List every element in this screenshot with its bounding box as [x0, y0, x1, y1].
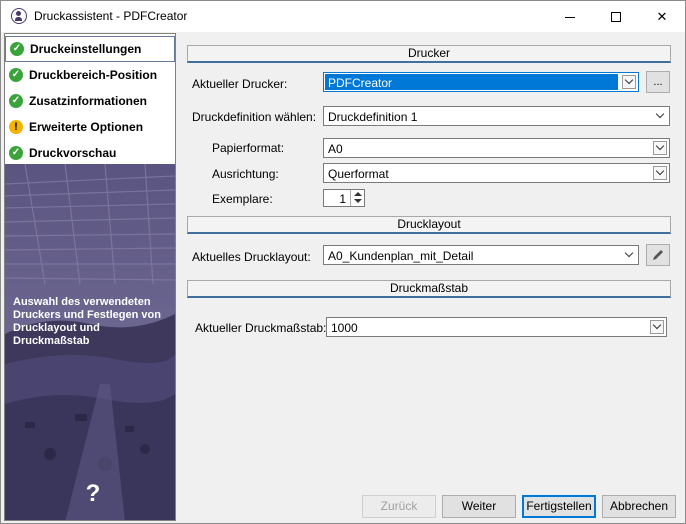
layout-value: A0_Kundenplan_mit_Detail [328, 249, 474, 263]
wizard-side-panel: ✓ Druckeinstellungen ✓ Druckbereich-Posi… [4, 33, 176, 521]
stepper-up-icon [354, 192, 362, 196]
step-erweiterte-optionen[interactable]: ! Erweiterte Optionen [5, 114, 175, 140]
printer-value: PDFCreator [328, 76, 393, 90]
check-icon: ✓ [10, 42, 24, 56]
step-label: Erweiterte Optionen [29, 120, 144, 134]
step-label: Druckbereich-Position [29, 68, 158, 82]
chevron-down-icon [653, 109, 667, 123]
finish-button[interactable]: Fertigstellen [522, 495, 596, 518]
copies-value: 1 [339, 192, 346, 206]
layout-select[interactable]: A0_Kundenplan_mit_Detail [323, 245, 639, 265]
paper-format-label: Papierformat: [212, 141, 285, 155]
step-druckeinstellungen[interactable]: ✓ Druckeinstellungen [5, 36, 175, 62]
chevron-down-icon [653, 166, 667, 180]
back-button[interactable]: Zurück [362, 495, 436, 518]
chevron-down-icon [650, 320, 664, 334]
step-label: Druckvorschau [29, 146, 117, 160]
orientation-label: Ausrichtung: [212, 167, 279, 181]
title-bar: Druckassistent - PDFCreator ✕ [1, 1, 685, 32]
print-wizard-window: Druckassistent - PDFCreator ✕ ✓ Druckein… [0, 0, 686, 524]
check-icon: ✓ [9, 146, 23, 160]
scale-label: Aktueller Druckmaßstab: [195, 321, 327, 335]
next-button[interactable]: Weiter [442, 495, 516, 518]
step-hint-text: Auswahl des verwendeten Druckers und Fes… [13, 296, 161, 347]
section-header-printer: Drucker [187, 45, 671, 63]
close-button[interactable]: ✕ [639, 1, 685, 32]
section-header-layout: Drucklayout [187, 216, 671, 234]
copies-label: Exemplare: [212, 192, 273, 206]
print-definition-label: Druckdefinition wählen: [192, 110, 317, 124]
warning-icon: ! [9, 120, 23, 134]
edit-layout-button[interactable] [646, 244, 670, 266]
chevron-down-icon [622, 75, 636, 89]
cancel-button[interactable]: Abbrechen [602, 495, 676, 518]
print-definition-select[interactable]: Druckdefinition 1 [323, 106, 670, 126]
stepper-down-icon [354, 199, 362, 203]
scale-select[interactable]: 1000 [326, 317, 667, 337]
wizard-steps: ✓ Druckeinstellungen ✓ Druckbereich-Posi… [5, 34, 175, 164]
pencil-icon [653, 250, 663, 260]
scale-value: 1000 [331, 321, 358, 335]
step-druckvorschau[interactable]: ✓ Druckvorschau [5, 140, 175, 166]
section-header-scale: Druckmaßstab [187, 280, 671, 298]
printer-options-button[interactable]: ... [646, 71, 670, 93]
check-icon: ✓ [9, 94, 23, 108]
close-icon: ✕ [656, 8, 668, 24]
paper-format-value: A0 [328, 142, 343, 156]
chevron-down-icon [653, 141, 667, 155]
pdfcreator-app-icon [11, 8, 27, 24]
step-druckbereich-position[interactable]: ✓ Druckbereich-Position [5, 62, 175, 88]
minimize-button[interactable] [547, 1, 593, 32]
orientation-select[interactable]: Querformat [323, 163, 670, 183]
stepper-arrows[interactable] [350, 190, 364, 206]
settings-content: Drucker Aktueller Drucker: PDFCreator ..… [179, 35, 681, 519]
step-label: Druckeinstellungen [30, 42, 142, 56]
copies-stepper[interactable]: 1 [323, 189, 365, 207]
printer-select[interactable]: PDFCreator [323, 72, 639, 92]
chevron-down-icon [622, 248, 636, 262]
help-icon[interactable]: ? [81, 482, 105, 506]
check-icon: ✓ [9, 68, 23, 82]
layout-label: Aktuelles Drucklayout: [192, 250, 311, 264]
minimize-icon [565, 17, 575, 18]
step-label: Zusatzinformationen [29, 94, 148, 108]
maximize-icon [611, 11, 621, 22]
paper-format-select[interactable]: A0 [323, 138, 670, 158]
window-title: Druckassistent - PDFCreator [34, 9, 188, 23]
step-zusatzinformationen[interactable]: ✓ Zusatzinformationen [5, 88, 175, 114]
print-definition-value: Druckdefinition 1 [328, 110, 418, 124]
printer-label: Aktueller Drucker: [192, 77, 288, 91]
orientation-value: Querformat [328, 167, 389, 181]
maximize-button[interactable] [593, 1, 639, 32]
